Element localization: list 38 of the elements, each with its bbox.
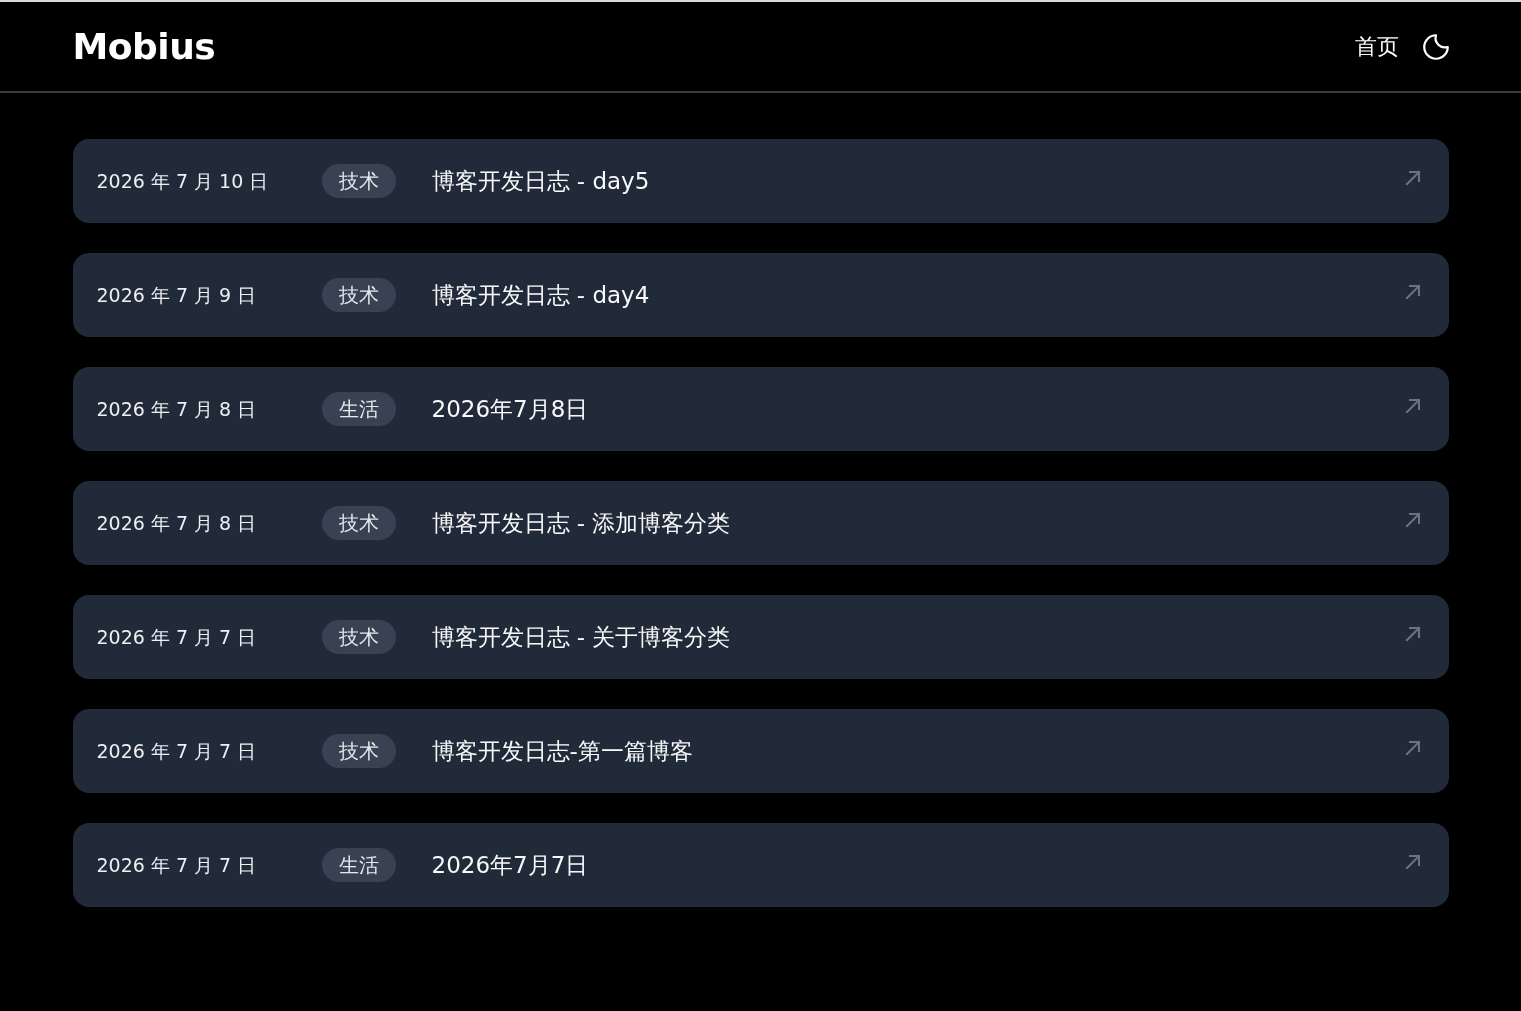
- category-tag: 生活: [321, 392, 396, 426]
- post-title: 博客开发日志 - 关于博客分类: [431, 622, 731, 652]
- post-card[interactable]: 2026 年 7 月 7 日 技术 博客开发日志 - 关于博客分类: [72, 595, 1449, 679]
- arrow-icon: [1404, 854, 1421, 870]
- arrow-icon: [1404, 170, 1421, 186]
- arrow-icon: [1404, 398, 1421, 414]
- moon-icon[interactable]: [1422, 33, 1449, 60]
- post-title: 博客开发日志-第一篇博客: [431, 736, 693, 766]
- post-date: 2026 年 7 月 10 日: [96, 168, 270, 194]
- post-date: 2026 年 7 月 8 日: [96, 510, 258, 536]
- post-card[interactable]: 2026 年 7 月 7 日 生活 2026年7月7日: [72, 823, 1449, 907]
- arrow-icon: [1404, 512, 1421, 528]
- post-title: 博客开发日志 - day4: [431, 280, 650, 310]
- post-card[interactable]: 2026 年 7 月 10 日 技术 博客开发日志 - day5: [72, 139, 1449, 223]
- post-date: 2026 年 7 月 9 日: [96, 282, 258, 308]
- post-title: 博客开发日志 - day5: [431, 166, 650, 196]
- post-card[interactable]: 2026 年 7 月 9 日 技术 博客开发日志 - day4: [72, 253, 1449, 337]
- post-card[interactable]: 2026 年 7 月 8 日 生活 2026年7月8日: [72, 367, 1449, 451]
- post-date: 2026 年 7 月 8 日: [96, 396, 258, 422]
- post-date: 2026 年 7 月 7 日: [96, 852, 258, 878]
- site-logo[interactable]: Mobius: [72, 19, 216, 74]
- category-tag: 技术: [321, 164, 396, 198]
- post-title: 2026年7月8日: [431, 394, 589, 424]
- arrow-icon: [1404, 626, 1421, 642]
- category-tag: 技术: [321, 278, 396, 312]
- category-tag: 技术: [321, 506, 396, 540]
- category-tag: 技术: [321, 734, 396, 768]
- post-date: 2026 年 7 月 7 日: [96, 624, 258, 650]
- arrow-icon: [1404, 740, 1421, 756]
- post-card[interactable]: 2026 年 7 月 7 日 技术 博客开发日志-第一篇博客: [72, 709, 1449, 793]
- arrow-icon: [1404, 284, 1421, 300]
- post-title: 2026年7月7日: [431, 850, 589, 880]
- nav-link[interactable]: 首页: [1354, 30, 1399, 63]
- post-card[interactable]: 2026 年 7 月 8 日 技术 博客开发日志 - 添加博客分类: [72, 481, 1449, 565]
- post-date: 2026 年 7 月 7 日: [96, 738, 258, 764]
- post-title: 博客开发日志 - 添加博客分类: [431, 508, 731, 538]
- category-tag: 技术: [321, 620, 396, 654]
- category-tag: 生活: [321, 848, 396, 882]
